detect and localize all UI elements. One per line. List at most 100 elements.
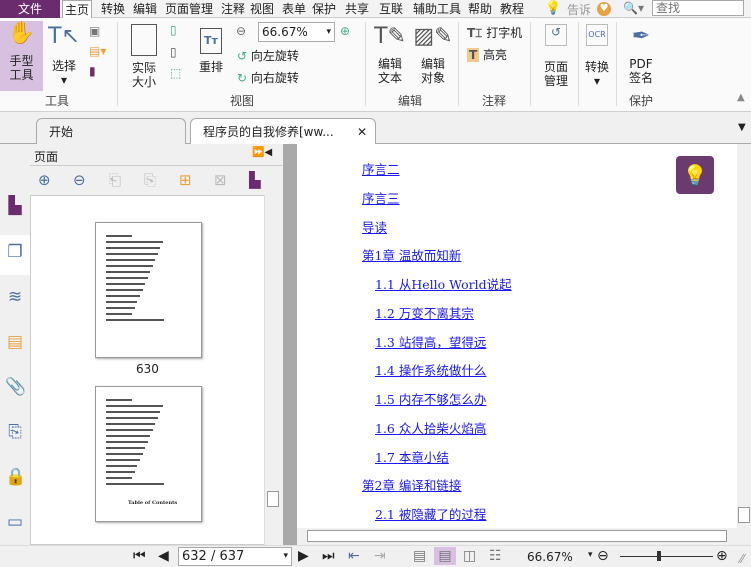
zoom-level[interactable]: 66.67% <box>527 550 573 564</box>
toc-link[interactable]: 1.4 操作系统做什么 <box>375 360 486 379</box>
menu-7[interactable]: 保护 <box>310 0 338 18</box>
menu-5[interactable]: 视图 <box>248 0 276 18</box>
highlight-button[interactable]: T 高亮 <box>467 46 507 63</box>
panel-splitter[interactable] <box>283 144 297 545</box>
toc-link[interactable]: 1.6 众人拾柴火焰高 <box>375 418 486 437</box>
comments-panel-icon[interactable]: ▤ <box>5 332 25 354</box>
edit-object-button[interactable]: ▨✎ 编辑 对象 <box>413 24 453 85</box>
content-panel-icon[interactable]: ▭ <box>5 512 25 534</box>
rotate-page-left-icon[interactable]: ⎗ <box>109 171 121 189</box>
page-thumbnail-630[interactable] <box>95 222 202 358</box>
select-button[interactable]: T↖ 选择 ▾ <box>47 24 81 87</box>
zoom-slider[interactable] <box>620 556 713 557</box>
insert-page-icon[interactable]: ⊞ <box>179 171 192 189</box>
menu-9[interactable]: 互联 <box>377 0 405 18</box>
page-number-input[interactable]: 632 / 637 ▾ <box>178 547 292 566</box>
continuous-facing-icon[interactable]: ☷ <box>489 547 502 565</box>
zoom-in-page-icon[interactable]: ⊕ <box>38 171 51 189</box>
menu-6[interactable]: 表单 <box>280 0 308 18</box>
edit-text-button[interactable]: T✎ 编辑 文本 <box>372 24 408 85</box>
facing-page-icon[interactable]: ◫ <box>463 547 476 565</box>
close-tab-icon[interactable]: ✕ <box>357 119 367 145</box>
single-page-icon[interactable]: ▤ <box>413 547 426 565</box>
zoom-out-button[interactable]: ⊖ <box>597 547 609 565</box>
convert-button[interactable]: OCR 转换 ▾ <box>582 24 612 88</box>
toc-link[interactable]: 序言三 <box>362 188 400 207</box>
delete-page-icon[interactable]: ⊠ <box>214 171 227 189</box>
lightbulb-hint-button[interactable]: 💡 <box>676 156 714 194</box>
toc-link[interactable]: 序言二 <box>362 159 400 178</box>
next-view-icon[interactable]: ⇥ <box>374 547 386 565</box>
zoom-out-page-icon[interactable]: ⊖ <box>73 171 86 189</box>
tab-document[interactable]: 程序员的自我修养[ww... ✕ <box>190 118 376 144</box>
thumbnail-text-line <box>106 289 143 291</box>
menu-2[interactable]: 编辑 <box>131 0 159 18</box>
rotate-right-button[interactable]: ↻ 向右旋转 <box>237 69 299 86</box>
pdf-sign-button[interactable]: ✒ PDF 签名 <box>622 24 660 85</box>
prev-page-button[interactable]: ◀ <box>158 547 169 565</box>
bookmark-panel-icon[interactable]: ▙ <box>5 196 25 218</box>
reflow-button[interactable]: Tт 重排 <box>195 28 227 74</box>
rotate-left-button[interactable]: ↺ 向左旋转 <box>237 47 299 64</box>
menu-3[interactable]: 页面管理 <box>163 0 215 18</box>
menu-10[interactable]: 辅助工具 <box>411 0 463 18</box>
thumbnail-text-line <box>106 471 135 473</box>
toc-link[interactable]: 1.7 本章小结 <box>375 447 449 466</box>
zoom-select[interactable]: 66.67% ▾ <box>258 22 335 42</box>
camera-icon[interactable]: ▣ <box>89 24 100 38</box>
expand-panel-icon[interactable]: ⏩◀ <box>252 147 272 158</box>
toc-link[interactable]: 第2章 编译和链接 <box>362 475 461 494</box>
toc-link[interactable]: 1.2 万变不离其宗 <box>375 303 474 322</box>
zoom-slider-handle[interactable] <box>657 551 662 561</box>
attachments-panel-icon[interactable]: 📎 <box>5 377 26 399</box>
search-input[interactable] <box>652 0 744 16</box>
tab-start[interactable]: 开始 <box>36 118 186 144</box>
fit-width-icon[interactable]: ▯ <box>170 45 177 59</box>
last-page-button[interactable]: ⏭ <box>322 547 335 565</box>
page-manage-button[interactable]: ↺ 页面 管理 <box>536 24 576 88</box>
heart-icon[interactable]: ♥ <box>597 2 611 16</box>
previous-view-icon[interactable]: ⇤ <box>348 547 360 565</box>
toc-link[interactable]: 1.3 站得高，望得远 <box>375 332 486 351</box>
typewriter-button[interactable]: T⌶ 打字机 <box>467 24 522 41</box>
actual-size-button[interactable]: 实际 大小 <box>125 24 163 89</box>
rotate-page-right-icon[interactable]: ⎘ <box>144 171 156 189</box>
toc-link[interactable]: 2.1 被隐藏了的过程 <box>375 504 486 523</box>
next-page-button[interactable]: ▶ <box>298 547 309 565</box>
thumbnails-scrollbar[interactable] <box>264 195 281 545</box>
document-hscrollbar[interactable] <box>297 528 737 545</box>
menu-4[interactable]: 注释 <box>219 0 247 18</box>
bookmark-icon[interactable]: ▮ <box>89 64 96 78</box>
clipboard-icon[interactable]: ▤▾ <box>89 44 106 58</box>
toc-link[interactable]: 第1章 温故而知新 <box>362 245 461 264</box>
security-panel-icon[interactable]: 🔒 <box>5 467 26 489</box>
hand-tool-button[interactable]: ✋ 手型 工具 <box>0 21 43 91</box>
pages-panel-icon[interactable]: ❐ <box>5 242 25 264</box>
tell-me[interactable]: 告诉 <box>567 1 591 18</box>
menu-12[interactable]: 教程 <box>498 0 526 18</box>
toc-link[interactable]: 导读 <box>362 217 387 236</box>
zoom-dropdown-icon[interactable]: ▾ <box>588 550 593 560</box>
layers-panel-icon[interactable]: ≋ <box>5 287 25 309</box>
first-page-button[interactable]: ⏮ <box>133 547 146 565</box>
search-icon[interactable]: 🔍▾ <box>623 1 644 15</box>
menu-11[interactable]: 帮助 <box>466 0 494 18</box>
zoom-in-button[interactable]: ⊕ <box>716 547 728 565</box>
document-vscrollbar[interactable] <box>737 144 751 528</box>
fit-page-icon[interactable]: ▯ <box>170 23 177 37</box>
toc-link[interactable]: 1.5 内存不够怎么办 <box>375 389 486 408</box>
file-menu[interactable]: 文件 <box>0 0 60 18</box>
lightbulb-icon[interactable]: 💡 <box>545 1 561 16</box>
page-properties-icon[interactable]: ▙ <box>249 171 261 189</box>
signatures-panel-icon[interactable]: ⎘ <box>5 422 25 444</box>
collapse-ribbon-icon[interactable]: ▲ <box>737 92 745 103</box>
zoom-in-icon[interactable]: ⊕ <box>340 24 350 38</box>
tab-list-icon[interactable]: ▼ <box>738 122 746 133</box>
zoom-out-icon[interactable]: ⊖ <box>236 24 246 38</box>
toc-link[interactable]: 1.1 从Hello World说起 <box>375 274 512 293</box>
fit-visible-icon[interactable]: ⬚ <box>170 66 181 80</box>
menu-1[interactable]: 转换 <box>99 0 127 18</box>
menu-8[interactable]: 共享 <box>343 0 371 18</box>
menu-0[interactable]: 主页 <box>62 0 93 18</box>
continuous-page-icon[interactable]: ▤ <box>434 547 456 565</box>
